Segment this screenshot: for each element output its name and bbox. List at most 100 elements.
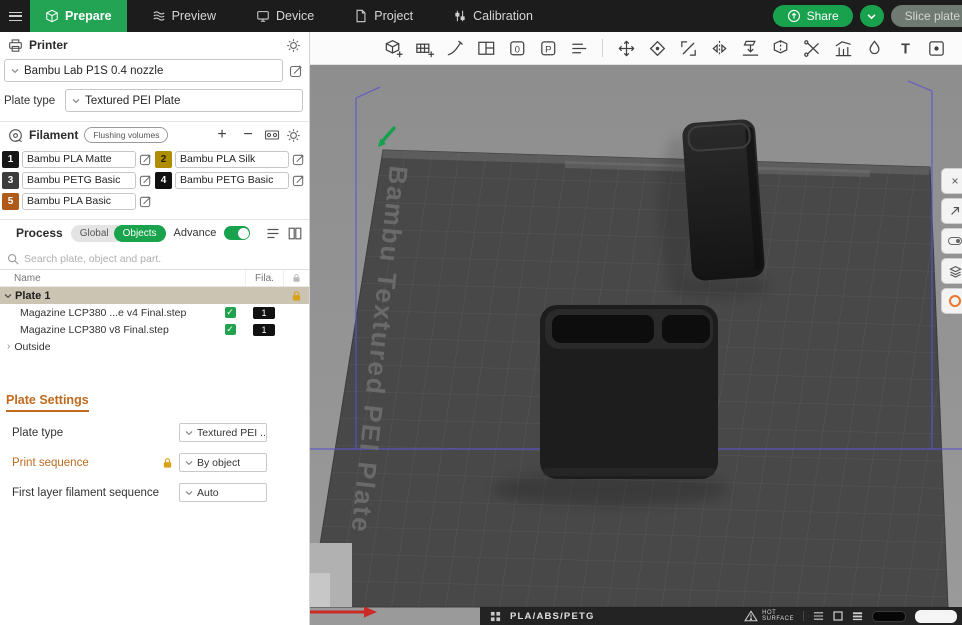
plate-type-setting-select[interactable]: Textured PEI ... <box>179 423 267 442</box>
toggle-tool-button[interactable] <box>941 228 962 254</box>
color-paint-button[interactable] <box>863 37 885 59</box>
scale-button[interactable] <box>677 37 699 59</box>
filament-list: 1 Bambu PLA Matte 2 Bambu PLA Silk 3 Bam… <box>0 148 309 210</box>
filament-select[interactable]: Bambu PLA Silk <box>175 151 289 168</box>
layers-tool-button[interactable] <box>941 258 962 284</box>
add-filament-button[interactable]: + <box>212 127 232 143</box>
support-button[interactable] <box>832 37 854 59</box>
flushing-volumes-button[interactable]: Flushing volumes <box>84 127 168 143</box>
model-object-b[interactable] <box>540 305 718 479</box>
statusbar-stack-button[interactable] <box>852 611 863 621</box>
text-tool-button[interactable]: T <box>894 37 916 59</box>
tab-calibration[interactable]: Calibration <box>438 0 548 32</box>
advance-toggle[interactable] <box>224 226 250 240</box>
preview-icon <box>152 9 166 23</box>
filament-color-badge[interactable]: 1 <box>2 151 19 168</box>
share-button[interactable]: Share <box>773 5 853 27</box>
ams-sync-button[interactable] <box>264 128 280 142</box>
seam-button[interactable] <box>925 37 947 59</box>
move-button[interactable] <box>615 37 637 59</box>
search-icon <box>7 253 19 265</box>
plate-lock-button[interactable] <box>283 287 309 304</box>
list-tool-button[interactable] <box>568 37 590 59</box>
setting-label: First layer filament sequence <box>12 487 173 499</box>
printer-settings-button[interactable] <box>286 38 301 53</box>
tree-row-plate-1[interactable]: Plate 1 <box>0 287 309 304</box>
statusbar-list-button[interactable] <box>813 611 824 621</box>
tab-prepare[interactable]: Prepare <box>30 0 127 32</box>
toolbar-separator <box>602 39 603 57</box>
auto-orient-button[interactable] <box>444 37 466 59</box>
printer-select[interactable]: Bambu Lab P1S 0.4 nozzle <box>4 59 283 82</box>
tab-preview[interactable]: Preview <box>137 0 231 32</box>
edit-icon <box>289 64 303 78</box>
search-input[interactable]: Search plate, object and part. <box>0 249 309 270</box>
filament-edit-button[interactable] <box>292 153 305 166</box>
tree-row-object[interactable]: Magazine LCP380 ...e v4 Final.step ✓ 1 <box>0 304 309 321</box>
plate-settings-row: Plate type Textured PEI ... <box>6 423 309 442</box>
filament-select[interactable]: Bambu PLA Basic <box>22 193 136 210</box>
expand-tool-button[interactable] <box>941 198 962 224</box>
share-dropdown-button[interactable] <box>860 5 884 27</box>
gear-icon <box>286 128 301 143</box>
arrange-button[interactable] <box>475 37 497 59</box>
tab-project[interactable]: Project <box>339 0 428 32</box>
lay-flat-button[interactable] <box>739 37 761 59</box>
visibility-checkbox[interactable]: ✓ <box>225 307 236 318</box>
filament-item-1: 1 Bambu PLA Matte <box>2 151 152 168</box>
printer-edit-button[interactable] <box>289 64 303 78</box>
viewport-3d-scene[interactable]: Bambu Textured PEI Plate <box>310 65 962 625</box>
list-icon <box>813 611 824 621</box>
param-list-button[interactable] <box>266 227 280 240</box>
setting-value: By object <box>197 457 240 469</box>
plate-type-select[interactable]: Textured PEI Plate <box>65 89 303 112</box>
add-plate-button[interactable] <box>413 37 435 59</box>
filament-settings-button[interactable] <box>286 128 301 143</box>
filament-select[interactable]: Bambu PETG Basic <box>22 172 136 189</box>
statusbar-box-button[interactable] <box>833 611 843 621</box>
tree-row-outside[interactable]: › Outside <box>0 338 309 355</box>
split-button[interactable] <box>770 37 792 59</box>
filament-edit-button[interactable] <box>292 174 305 187</box>
tab-device[interactable]: Device <box>241 0 329 32</box>
print-sequence-select[interactable]: By object <box>179 453 267 472</box>
menu-button[interactable] <box>0 0 30 32</box>
slice-plate-button[interactable]: Slice plate <box>891 5 962 27</box>
toggle-global[interactable]: Global <box>71 225 118 242</box>
slice-label: Slice plate <box>905 9 960 23</box>
mirror-button[interactable] <box>708 37 730 59</box>
model-object-a[interactable] <box>682 119 766 282</box>
add-object-button[interactable] <box>382 37 404 59</box>
setting-label: Plate type <box>12 427 173 439</box>
filament-indicator-button[interactable] <box>941 288 962 314</box>
filament-color-badge[interactable]: 2 <box>155 151 172 168</box>
filament-select[interactable]: Bambu PLA Matte <box>22 151 136 168</box>
filament-color-badge[interactable]: 4 <box>155 172 172 189</box>
zero-tool-button[interactable]: 0 <box>506 37 528 59</box>
top-menu-bar: Prepare Preview Device Project Calibrati… <box>0 0 962 32</box>
remove-filament-button[interactable]: − <box>238 127 258 143</box>
param-table-button[interactable] <box>288 227 302 240</box>
rotate-button[interactable] <box>646 37 668 59</box>
p-tool-button[interactable]: P <box>537 37 559 59</box>
filament-assign-badge[interactable]: 1 <box>253 307 274 319</box>
filament-assign-badge[interactable]: 1 <box>253 324 274 336</box>
close-tool-button[interactable]: × <box>941 168 962 194</box>
filament-color-badge[interactable]: 3 <box>2 172 19 189</box>
filament-edit-button[interactable] <box>139 174 152 187</box>
slider-handle[interactable] <box>915 610 957 623</box>
visibility-checkbox[interactable]: ✓ <box>225 324 236 335</box>
filament-color-badge[interactable]: 5 <box>2 193 19 210</box>
stack-icon <box>852 611 863 621</box>
square-icon <box>833 611 843 621</box>
cut-button[interactable] <box>801 37 823 59</box>
first-layer-sequence-select[interactable]: Auto <box>179 483 267 502</box>
filament-edit-button[interactable] <box>139 153 152 166</box>
add-object-icon <box>383 38 404 59</box>
toggle-objects[interactable]: Objects <box>114 225 166 242</box>
tree-row-object[interactable]: Magazine LCP380 v8 Final.step ✓ 1 <box>0 321 309 338</box>
chevron-down-icon <box>185 490 193 496</box>
filament-select[interactable]: Bambu PETG Basic <box>175 172 289 189</box>
calibration-icon <box>453 9 467 23</box>
filament-edit-button[interactable] <box>139 195 152 208</box>
